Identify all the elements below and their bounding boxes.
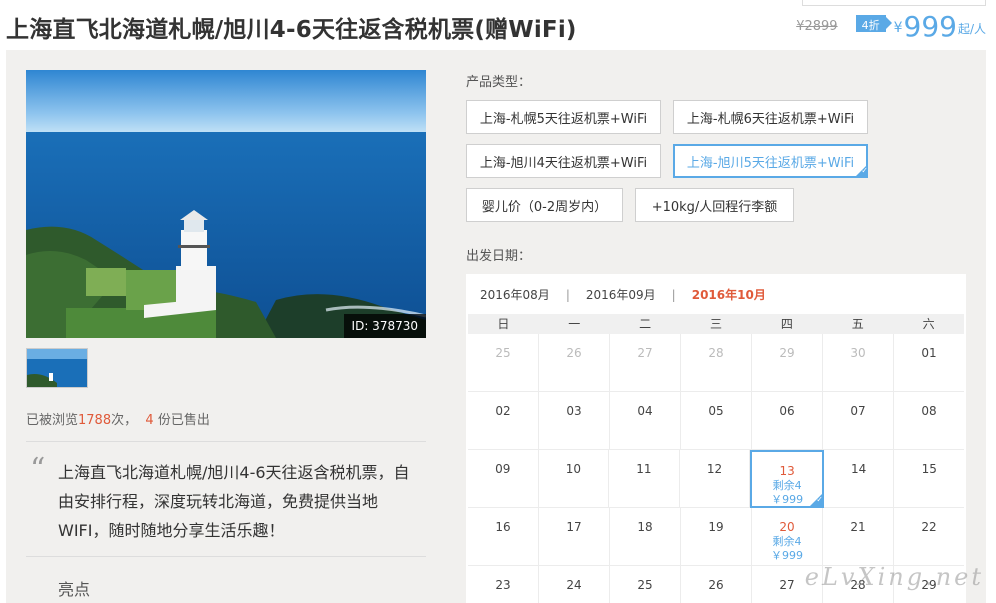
top-strip — [802, 0, 986, 6]
thumbnail[interactable] — [26, 348, 88, 388]
lighthouse-photo-icon — [26, 70, 426, 338]
calendar-day: 18 — [610, 508, 681, 566]
option-asahikawa-4d[interactable]: 上海-旭川4天往返机票+WiFi — [466, 144, 661, 178]
month-tab-2016-09[interactable]: 2016年09月 — [586, 286, 656, 303]
calendar-day-available[interactable]: 20 剩余4 ￥999 — [752, 508, 823, 566]
calendar-day: 15 — [894, 450, 965, 508]
quote-icon: “ — [30, 452, 46, 487]
departure-calendar: 2016年08月 | 2016年09月 | 2016年10月 日 一 二 三 四… — [466, 274, 966, 603]
calendar-day: 24 — [539, 566, 610, 603]
discount-badge: 4折 — [855, 15, 892, 32]
calendar-day: 30 — [823, 334, 894, 392]
view-count: 1788 — [78, 413, 112, 428]
calendar-day: 04 — [610, 392, 681, 450]
calendar-day: 21 — [823, 508, 894, 566]
weekday-header: 日 一 二 三 四 五 六 — [468, 314, 964, 334]
calendar-grid: 日 一 二 三 四 五 六 25 26 27 28 29 30 01 02 03… — [468, 314, 965, 603]
option-infant-price[interactable]: 婴儿价（0-2周岁内） — [466, 188, 623, 222]
photo-id-badge: ID: 378730 — [343, 314, 426, 338]
product-description: 上海直飞北海道札幌/旭川4-6天往返含税机票，自由安排行程，深度玩转北海道，免费… — [58, 463, 410, 540]
calendar-day: 12 — [679, 450, 751, 508]
sold-count: 4 — [145, 413, 154, 428]
calendar-day: 22 — [894, 508, 964, 566]
calendar-day: 26 — [681, 566, 752, 603]
calendar-day: 09 — [468, 450, 539, 508]
page-title: 上海直飞北海道札幌/旭川4-6天往返含税机票(赠WiFi) — [6, 17, 577, 43]
calendar-day: 02 — [468, 392, 539, 450]
calendar-day: 25 — [468, 334, 539, 392]
calendar-day: 27 — [610, 334, 681, 392]
calendar-day: 05 — [681, 392, 752, 450]
calendar-week: 25 26 27 28 29 30 01 — [468, 334, 964, 392]
calendar-day: 19 — [681, 508, 752, 566]
thumbnail-image-icon — [27, 349, 87, 387]
option-extra-baggage[interactable]: +10kg/人回程行李额 — [635, 188, 794, 222]
calendar-day: 10 — [538, 450, 610, 508]
calendar-day: 23 — [468, 566, 539, 603]
calendar-day: 17 — [539, 508, 610, 566]
month-tab-2016-10[interactable]: 2016年10月 — [692, 286, 766, 303]
price-box: ¥2899 4折 ¥ 999 起/人 — [796, 8, 986, 42]
calendar-week: 16 17 18 19 20 剩余4 ￥999 21 22 — [468, 508, 964, 566]
option-sapporo-6d[interactable]: 上海-札幌6天往返机票+WiFi — [673, 100, 868, 134]
calendar-day: 01 — [894, 334, 964, 392]
view-stats: 已被浏览1788次， 4 份已售出 — [26, 413, 210, 428]
divider — [26, 441, 426, 442]
calendar-day: 26 — [539, 334, 610, 392]
highlights-title: 亮点 — [58, 580, 91, 599]
original-price: ¥2899 — [796, 19, 838, 34]
option-asahikawa-5d[interactable]: 上海-旭川5天往返机票+WiFi — [673, 144, 868, 178]
calendar-day: 16 — [468, 508, 539, 566]
sale-price: 999 — [903, 10, 957, 43]
calendar-day: 07 — [823, 392, 894, 450]
calendar-day: 29 — [752, 334, 823, 392]
calendar-day-available-selected[interactable]: 13 剩余4 ￥999 — [750, 450, 824, 508]
currency-symbol: ¥ — [893, 20, 903, 36]
calendar-day: 11 — [609, 450, 680, 508]
calendar-day: 14 — [823, 450, 895, 508]
calendar-day: 28 — [681, 334, 752, 392]
calendar-day: 08 — [894, 392, 964, 450]
main-photo[interactable]: ID: 378730 — [26, 70, 426, 338]
calendar-day: 06 — [752, 392, 823, 450]
seats-left: 剩余4 — [772, 479, 802, 492]
departure-date-label: 出发日期： — [466, 249, 532, 264]
calendar-week: 09 10 11 12 13 剩余4 ￥999 14 15 — [468, 450, 965, 508]
month-tabs: 2016年08月 | 2016年09月 | 2016年10月 — [480, 286, 766, 303]
day-price: ￥999 — [771, 549, 803, 562]
product-panel: ID: 378730 已被浏览1788次， 4 份已售出 “ 上海直飞北海道札幌… — [6, 50, 986, 603]
price-unit: 起/人 — [957, 22, 986, 36]
month-tab-2016-08[interactable]: 2016年08月 — [480, 286, 550, 303]
option-sapporo-5d[interactable]: 上海-札幌5天往返机票+WiFi — [466, 100, 661, 134]
calendar-week: 02 03 04 05 06 07 08 — [468, 392, 964, 450]
selected-check-icon — [854, 164, 868, 178]
product-type-label: 产品类型： — [466, 75, 532, 90]
divider — [26, 556, 426, 557]
watermark: eLvXing.net — [804, 563, 984, 591]
calendar-day: 03 — [539, 392, 610, 450]
selected-check-icon — [808, 493, 823, 507]
calendar-day: 25 — [610, 566, 681, 603]
seats-left: 剩余4 — [772, 535, 802, 548]
